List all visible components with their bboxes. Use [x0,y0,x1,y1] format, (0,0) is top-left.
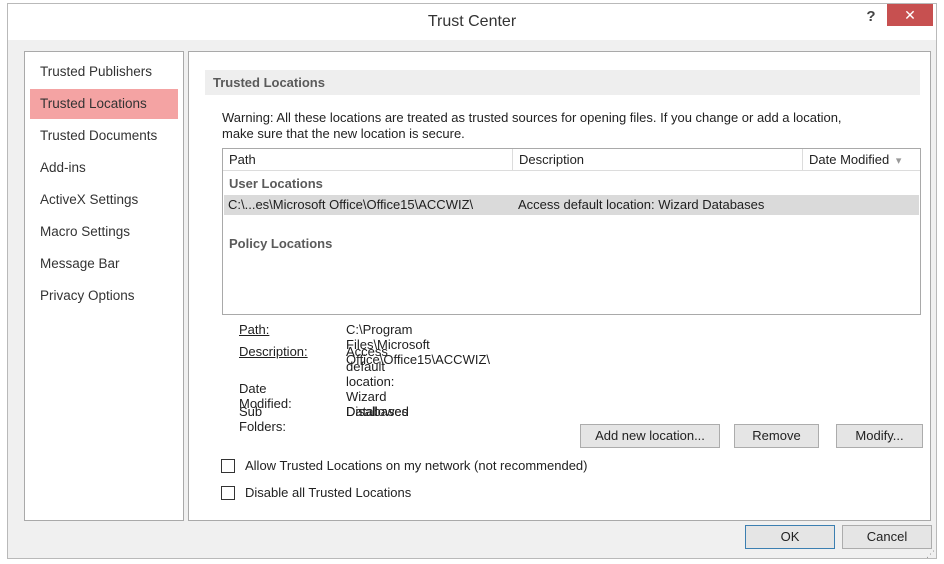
detail-subfolders-label: Sub Folders: [239,404,286,434]
warning-line-2: make sure that the new location is secur… [222,126,465,141]
warning-text: Warning: All these locations are treated… [222,110,922,142]
cancel-button[interactable]: Cancel [842,525,932,549]
close-icon: ✕ [904,7,916,23]
sort-chevron-icon: ▾ [895,155,902,167]
group-user-locations: User Locations [229,176,323,191]
dialog-title: Trust Center [427,13,517,30]
group-policy-locations: Policy Locations [229,236,333,251]
detail-subfolders-value: Disallowed [346,404,409,419]
sidebar: Trusted Publishers Trusted Locations Tru… [24,51,184,521]
section-header: Trusted Locations [205,70,920,95]
warning-line-1: Warning: All these locations are treated… [222,110,842,125]
sidebar-item-message-bar[interactable]: Message Bar [30,249,178,279]
detail-path-label-text: Path: [239,322,270,337]
sidebar-item-activex-settings[interactable]: ActiveX Settings [30,185,178,215]
row-description: Access default location: Wizard Database… [518,197,765,212]
sidebar-item-macro-settings[interactable]: Macro Settings [30,217,178,247]
detail-description-label: Description: [239,344,308,359]
column-header-date-modified[interactable]: Date Modified ▾ [803,149,920,171]
ok-button[interactable]: OK [745,525,835,549]
detail-path-label: Path: [239,322,269,337]
allow-network-label[interactable]: Allow Trusted Locations on my network (n… [245,458,588,473]
title-bar[interactable]: Trust Center ? ✕ [8,4,936,40]
sidebar-item-add-ins[interactable]: Add-ins [30,153,178,183]
detail-description-label-text: Description: [239,344,308,359]
sidebar-item-privacy-options[interactable]: Privacy Options [30,281,178,311]
list-header: Path Description Date Modified ▾ [223,149,920,171]
sidebar-item-trusted-locations[interactable]: Trusted Locations [30,89,178,119]
sidebar-item-trusted-publishers[interactable]: Trusted Publishers [30,57,178,87]
column-header-description[interactable]: Description [513,149,803,171]
row-path: C:\...es\Microsoft Office\Office15\ACCWI… [228,197,474,212]
disable-all-checkbox[interactable] [221,486,235,500]
close-button[interactable]: ✕ [887,4,933,26]
main-panel: Trusted Locations Warning: All these loc… [188,51,931,521]
add-new-location-button[interactable]: Add new location... [580,424,720,448]
help-button[interactable]: ? [859,6,883,30]
remove-button[interactable]: Remove [734,424,819,448]
allow-network-checkbox[interactable] [221,459,235,473]
trusted-locations-list[interactable]: Path Description Date Modified ▾ User Lo… [222,148,921,315]
table-row[interactable]: C:\...es\Microsoft Office\Office15\ACCWI… [224,195,919,215]
modify-button[interactable]: Modify... [836,424,923,448]
disable-all-label[interactable]: Disable all Trusted Locations [245,485,411,500]
column-header-date-label: Date Modified [809,152,890,167]
trust-center-dialog: Trust Center ? ✕ Trusted Publishers Trus… [7,3,937,559]
column-header-path[interactable]: Path [223,149,513,171]
sidebar-item-trusted-documents[interactable]: Trusted Documents [30,121,178,151]
resize-grip-icon[interactable]: ⋰ [926,549,936,559]
